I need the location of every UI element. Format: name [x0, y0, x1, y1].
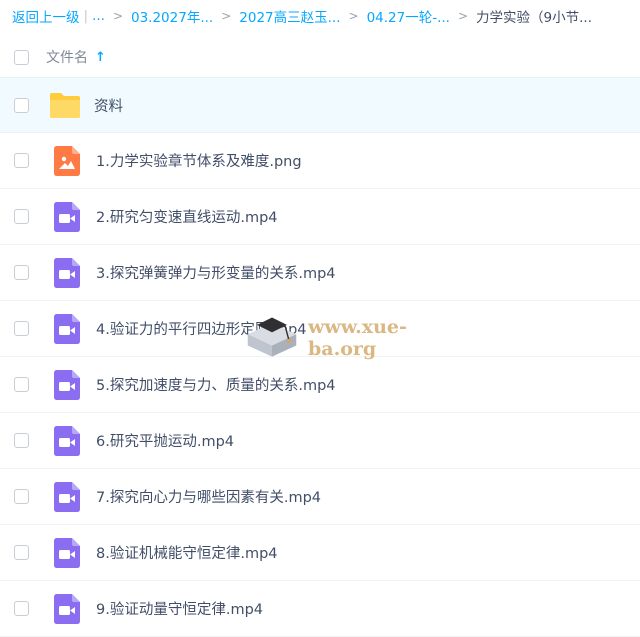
row-checkbox[interactable]	[14, 601, 29, 616]
breadcrumb-current: 力学实验（9小节...	[476, 10, 592, 26]
row-checkbox[interactable]	[14, 97, 29, 113]
file-row[interactable]: 5.探究加速度与力、质量的关系.mp4	[0, 357, 640, 413]
file-name[interactable]: 9.验证动量守恒定律.mp4	[96, 598, 263, 619]
file-list-header: 文件名 ↑	[0, 38, 640, 76]
chevron-right-icon: >	[221, 9, 232, 23]
breadcrumb-item-3[interactable]: 04.27一轮-...	[367, 6, 450, 26]
video-file-icon	[47, 589, 87, 629]
breadcrumb-item-2[interactable]: 2027高三赵玉...	[239, 6, 340, 26]
file-row[interactable]: 2.研究匀变速直线运动.mp4	[0, 189, 640, 245]
chevron-right-icon: >	[112, 9, 123, 23]
select-all-checkbox[interactable]	[14, 49, 29, 65]
sort-ascending-icon[interactable]: ↑	[95, 50, 106, 65]
folder-icon	[45, 85, 85, 125]
video-file-icon	[47, 421, 87, 461]
row-checkbox[interactable]	[14, 265, 29, 280]
breadcrumb-item-1[interactable]: 03.2027年...	[131, 6, 213, 26]
file-name[interactable]: 7.探究向心力与哪些因素有关.mp4	[96, 486, 321, 507]
chevron-right-icon: >	[348, 9, 359, 23]
row-checkbox[interactable]	[14, 321, 29, 336]
file-name[interactable]: 8.验证机械能守恒定律.mp4	[96, 542, 278, 563]
row-checkbox[interactable]	[14, 433, 29, 448]
row-checkbox[interactable]	[14, 153, 29, 168]
file-name[interactable]: 3.探究弹簧弹力与形变量的关系.mp4	[96, 262, 336, 283]
breadcrumb: 返回上一级 | ... > 03.2027年... > 2027高三赵玉... …	[0, 0, 640, 32]
file-name[interactable]: 4.验证力的平行四边形定则.mp4	[96, 318, 307, 339]
file-row[interactable]: 9.验证动量守恒定律.mp4	[0, 581, 640, 637]
file-row[interactable]: 8.验证机械能守恒定律.mp4	[0, 525, 640, 581]
row-checkbox[interactable]	[14, 489, 29, 504]
chevron-right-icon: >	[457, 9, 469, 23]
file-name[interactable]: 5.探究加速度与力、质量的关系.mp4	[96, 374, 336, 395]
file-list: 资料 1.力学实验章节体系及难度.png 2.研究匀变速直线运动.mp4 3.探究弹簧…	[0, 77, 640, 637]
column-header-filename[interactable]: 文件名	[46, 47, 88, 67]
breadcrumb-divider: |	[83, 8, 89, 24]
file-row[interactable]: 6.研究平抛运动.mp4	[0, 413, 640, 469]
row-checkbox[interactable]	[14, 377, 29, 392]
video-file-icon	[47, 309, 87, 349]
image-file-icon	[47, 141, 87, 181]
video-file-icon	[47, 365, 87, 405]
file-name[interactable]: 资料	[94, 95, 123, 116]
video-file-icon	[47, 197, 87, 237]
row-checkbox[interactable]	[14, 209, 29, 224]
file-name[interactable]: 1.力学实验章节体系及难度.png	[96, 150, 302, 171]
file-row[interactable]: 7.探究向心力与哪些因素有关.mp4	[0, 469, 640, 525]
video-file-icon	[47, 533, 87, 573]
video-file-icon	[47, 477, 87, 517]
breadcrumb-ellipsis[interactable]: ...	[92, 8, 105, 24]
file-row[interactable]: 3.探究弹簧弹力与形变量的关系.mp4	[0, 245, 640, 301]
row-checkbox[interactable]	[14, 545, 29, 560]
folder-row[interactable]: 资料	[0, 77, 640, 133]
video-file-icon	[47, 253, 87, 293]
file-row[interactable]: 4.验证力的平行四边形定则.mp4	[0, 301, 640, 357]
file-row[interactable]: 1.力学实验章节体系及难度.png	[0, 133, 640, 189]
file-name[interactable]: 2.研究匀变速直线运动.mp4	[96, 206, 278, 227]
back-link[interactable]: 返回上一级	[12, 6, 80, 26]
file-name[interactable]: 6.研究平抛运动.mp4	[96, 430, 234, 451]
